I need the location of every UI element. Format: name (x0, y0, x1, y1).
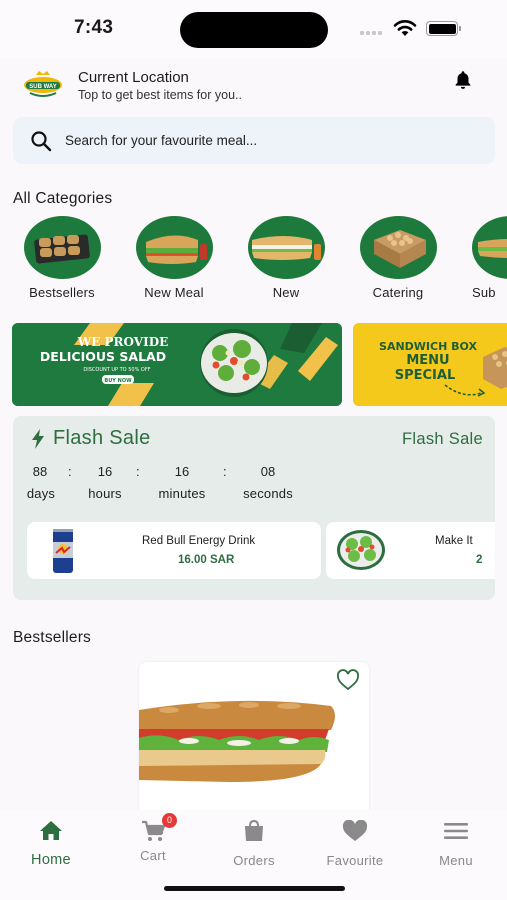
bag-icon (245, 819, 263, 841)
category-label: New Meal (144, 285, 204, 300)
sub-sandwich-image (139, 700, 335, 782)
flash-product-card[interactable]: Make It 2 (326, 522, 495, 579)
countdown-hours-value: 16 (97, 464, 113, 479)
cart-count-badge: 0 (162, 813, 177, 828)
nav-cart-label: Cart (140, 848, 166, 863)
nav-cart[interactable]: 0 Cart (108, 813, 198, 863)
heart-icon (342, 819, 368, 841)
category-image (23, 216, 101, 279)
countdown-minutes-value: 16 (174, 464, 190, 479)
red-bull-can-image (53, 529, 73, 573)
flash-product-price: 16.00 SAR (178, 554, 235, 566)
lightning-icon (32, 429, 44, 449)
flash-product-name: Make It (435, 535, 473, 547)
banner-line3: SPECIAL (395, 368, 456, 383)
countdown-separator: : (68, 464, 72, 479)
nav-orders-label: Orders (233, 853, 275, 868)
flash-sale-link[interactable]: Flash Sale (402, 430, 483, 449)
nav-menu[interactable]: Menu (411, 820, 501, 868)
flash-product-price: 2 (476, 554, 483, 566)
home-icon (40, 821, 62, 840)
countdown-seconds-label: seconds (243, 486, 293, 501)
nav-favourite[interactable]: Favourite (310, 819, 400, 868)
countdown-days-label: days (26, 486, 56, 501)
status-time: 7:43 (74, 17, 114, 38)
nav-home[interactable]: Home (6, 820, 96, 868)
category-label: Sub (472, 285, 496, 300)
category-image (247, 216, 325, 279)
nav-favourite-label: Favourite (326, 853, 384, 868)
location-subtitle[interactable]: Top to get best items for you.. (78, 88, 242, 102)
countdown-hours-label: hours (88, 486, 122, 501)
favourite-heart-icon[interactable] (336, 669, 360, 691)
flash-sale-section: Flash Sale Flash Sale 88 : 16 : 16 : 08 … (13, 416, 495, 600)
category-image (471, 216, 507, 279)
sandwich-box-banner[interactable]: SANDWICH BOX MENU SPECIAL (353, 323, 507, 406)
banner-line3: DISCOUNT UP TO 50% OFF (83, 367, 150, 373)
nav-orders[interactable]: Orders (209, 819, 299, 868)
search-icon (31, 131, 52, 152)
nav-menu-label: Menu (439, 853, 473, 868)
cellular-signal-icon (360, 31, 382, 35)
countdown-seconds-value: 08 (260, 464, 276, 479)
banner-buy-button: BUY NOW (104, 378, 132, 384)
countdown-minutes-label: minutes (158, 486, 206, 501)
svg-text:SUB WAY: SUB WAY (29, 84, 56, 90)
bestsellers-title: Bestsellers (13, 629, 92, 646)
salad-bowl-image (337, 530, 385, 570)
category-image (359, 216, 437, 279)
category-new-meal[interactable]: New Meal (126, 216, 222, 300)
category-label: Catering (372, 285, 424, 300)
categories-title: All Categories (13, 190, 113, 207)
home-indicator[interactable] (164, 886, 345, 891)
flash-sale-title: Flash Sale (53, 427, 151, 449)
countdown-separator: : (136, 464, 140, 479)
header: SUB WAY Current Location Top to get best… (0, 58, 507, 110)
search-bar[interactable] (13, 117, 495, 164)
battery-icon (426, 21, 461, 36)
wifi-icon (393, 20, 417, 36)
dynamic-island (180, 12, 328, 48)
nav-home-label: Home (31, 852, 71, 868)
brand-logo[interactable]: SUB WAY (22, 68, 64, 100)
category-label: Bestsellers (29, 285, 95, 300)
category-sub[interactable]: Sub (462, 216, 507, 300)
categories-row[interactable]: Bestsellers New Meal New Catering Sub (0, 216, 507, 302)
category-catering[interactable]: Catering (350, 216, 446, 300)
notification-bell-icon[interactable] (452, 69, 474, 91)
category-label: New (272, 285, 300, 300)
banner-line2: DELICIOUS SALAD (40, 349, 166, 364)
category-new[interactable]: New (238, 216, 334, 300)
search-input[interactable] (65, 117, 475, 164)
banner-line1: SANDWICH BOX (379, 340, 477, 353)
countdown-days-value: 88 (32, 464, 48, 479)
category-image (135, 216, 213, 279)
flash-product-name: Red Bull Energy Drink (142, 535, 256, 547)
menu-icon (444, 823, 468, 839)
banner-line2: MENU (406, 353, 449, 368)
countdown-separator: : (223, 464, 227, 479)
location-title[interactable]: Current Location (78, 69, 189, 86)
bestseller-product-card[interactable] (139, 662, 369, 812)
flash-product-card[interactable]: Red Bull Energy Drink 16.00 SAR (27, 522, 321, 579)
banner-line1: WE PROVIDE (77, 335, 169, 349)
status-bar: 7:43 (0, 0, 507, 58)
salad-promo-banner[interactable]: WE PROVIDE DELICIOUS SALAD DISCOUNT UP T… (12, 323, 342, 406)
category-bestsellers[interactable]: Bestsellers (14, 216, 110, 300)
